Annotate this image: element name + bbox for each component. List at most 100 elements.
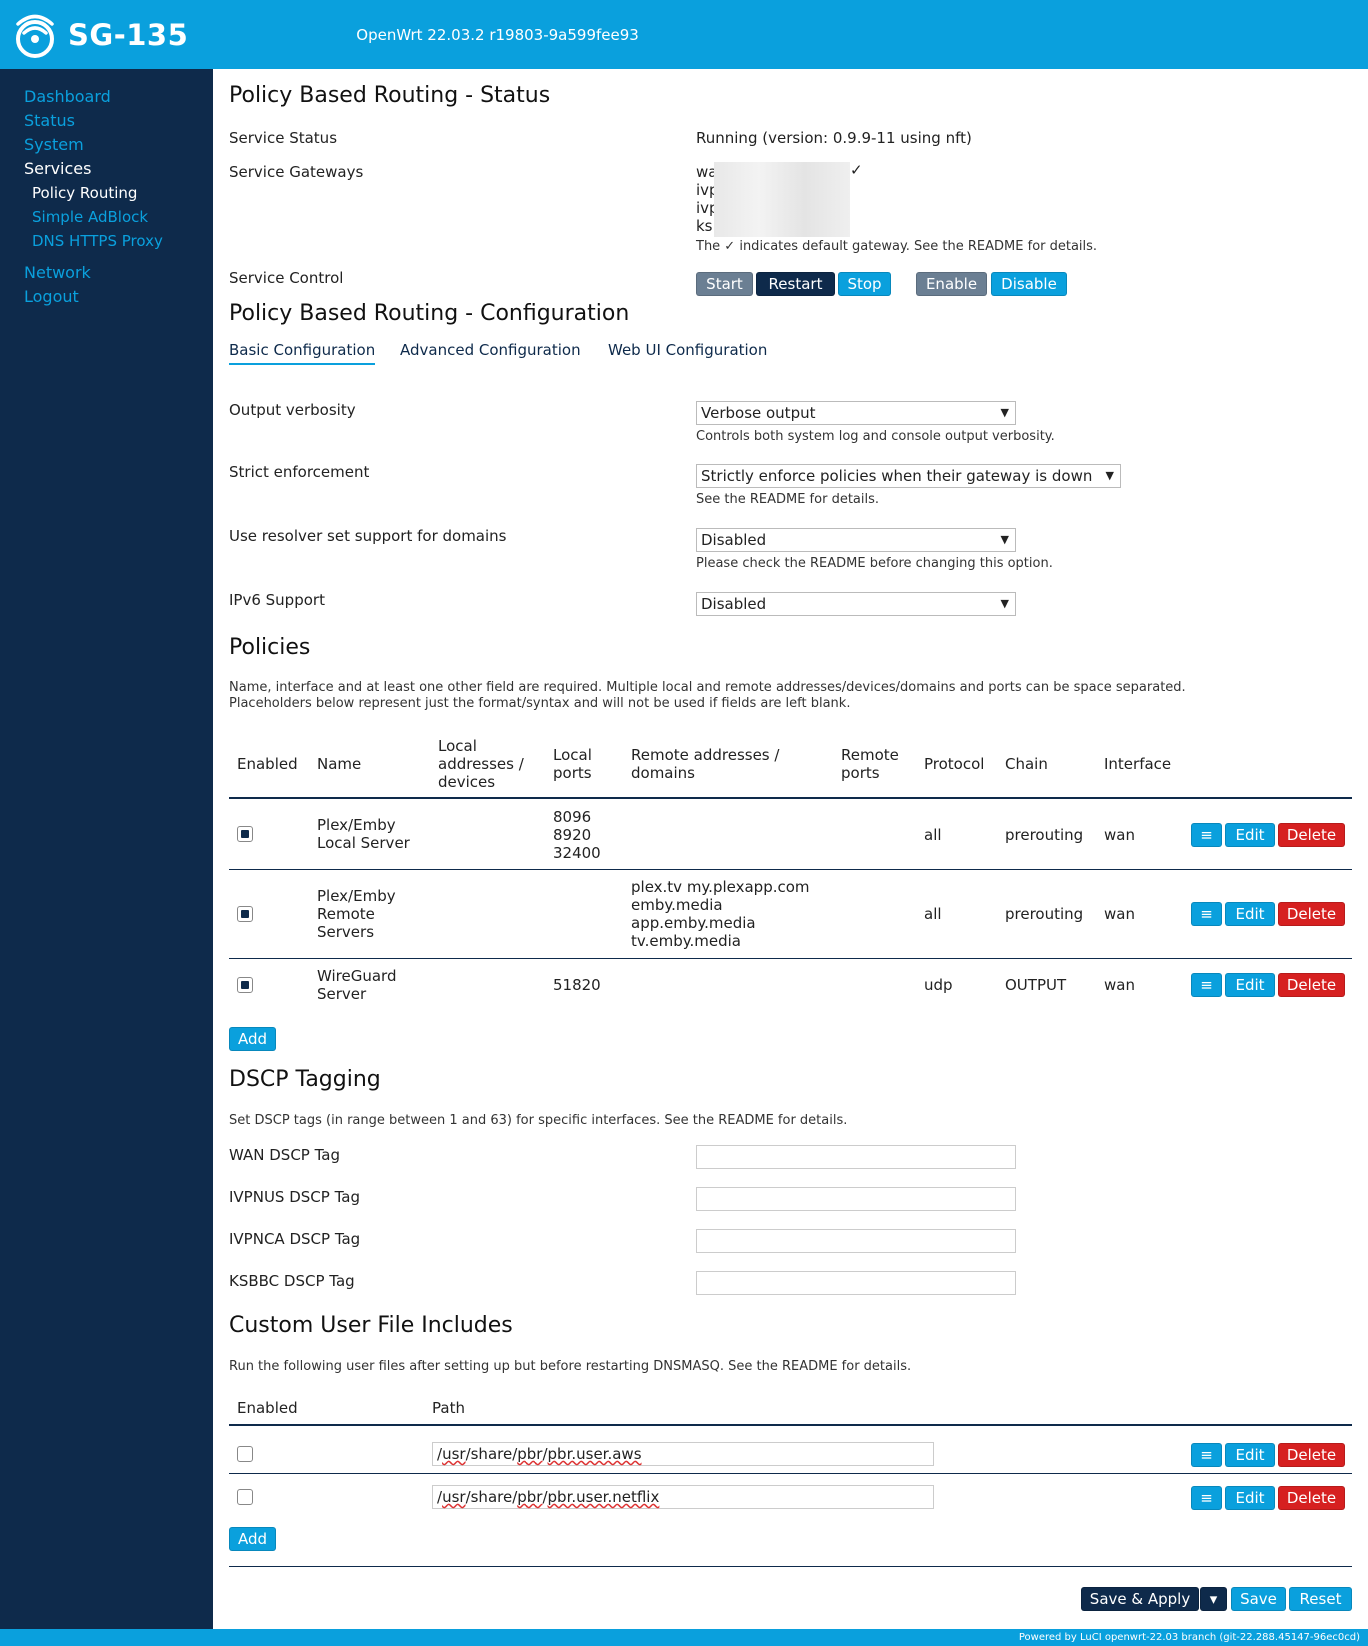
ivpnus-dscp-input[interactable] <box>696 1187 1016 1211</box>
policy-chain: OUTPUT <box>1005 976 1067 994</box>
output-verbosity-label: Output verbosity <box>229 401 356 419</box>
include-path-input[interactable]: /usr/share/pbr/pbr.user.netflix <box>432 1485 934 1509</box>
col-name: Name <box>317 755 362 773</box>
sidebar-item-system[interactable]: System <box>0 133 213 157</box>
col-local-ports-1: Local <box>553 746 592 764</box>
delete-button[interactable]: Delete <box>1278 973 1345 997</box>
dscp-title: DSCP Tagging <box>229 1067 381 1092</box>
gateway-note: The ✓ indicates default gateway. See the… <box>696 239 1098 254</box>
col-local-addresses-3: devices <box>438 773 496 791</box>
resolver-set-value: Disabled <box>701 531 767 549</box>
main-content: Policy Based Routing - Status Service St… <box>213 69 1368 1629</box>
ivpnca-dscp-label: IVPNCA DSCP Tag <box>229 1230 361 1248</box>
delete-button[interactable]: Delete <box>1278 902 1345 926</box>
policy-name-line1: Plex/Emby <box>317 816 396 834</box>
include-enabled-checkbox[interactable] <box>237 1489 253 1505</box>
policy-local-port-3: 32400 <box>553 844 601 862</box>
col-path: Path <box>432 1399 465 1417</box>
delete-button[interactable]: Delete <box>1278 1443 1345 1467</box>
ksbbc-dscp-input[interactable] <box>696 1271 1016 1295</box>
restart-button[interactable]: Restart <box>756 272 835 296</box>
policy-local-port-2: 8920 <box>553 826 592 844</box>
service-gateways-label: Service Gateways <box>229 163 364 181</box>
include-enabled-checkbox[interactable] <box>237 1446 253 1462</box>
enable-button[interactable]: Enable <box>916 272 987 296</box>
table-header-divider <box>229 1424 1352 1426</box>
gateway-ksbbc: ks <box>696 217 713 235</box>
ksbbc-dscp-label: KSBBC DSCP Tag <box>229 1272 355 1290</box>
delete-button[interactable]: Delete <box>1278 823 1345 847</box>
policy-interface: wan <box>1104 905 1135 923</box>
wan-dscp-input[interactable] <box>696 1145 1016 1169</box>
col-enabled: Enabled <box>237 1399 298 1417</box>
policy-enabled-checkbox[interactable] <box>237 977 253 993</box>
delete-button[interactable]: Delete <box>1278 1486 1345 1510</box>
add-policy-button[interactable]: Add <box>229 1027 276 1051</box>
sidebar-item-policy-routing[interactable]: Policy Routing <box>0 181 213 205</box>
policy-interface: wan <box>1104 826 1135 844</box>
resolver-set-label: Use resolver set support for domains <box>229 527 507 545</box>
disable-button[interactable]: Disable <box>991 272 1067 296</box>
reset-button[interactable]: Reset <box>1289 1587 1352 1611</box>
footer-text: Powered by LuCI openwrt-22.03 branch (gi… <box>1018 1632 1360 1643</box>
drag-handle-button[interactable]: ≡ <box>1191 902 1222 926</box>
edit-button[interactable]: Edit <box>1225 902 1275 926</box>
sidebar-item-dashboard[interactable]: Dashboard <box>0 85 213 109</box>
tab-web-ui-configuration[interactable]: Web UI Configuration <box>608 341 767 359</box>
row-divider <box>229 958 1352 959</box>
includes-description: Run the following user files after setti… <box>229 1359 912 1374</box>
sidebar-item-services[interactable]: Services <box>0 157 213 181</box>
ipv6-support-value: Disabled <box>701 595 767 613</box>
tab-basic-configuration[interactable]: Basic Configuration <box>229 341 376 365</box>
sidebar-item-dns-https-proxy[interactable]: DNS HTTPS Proxy <box>0 229 213 253</box>
edit-button[interactable]: Edit <box>1225 1443 1275 1467</box>
sidebar-item-network[interactable]: Network <box>0 261 213 285</box>
drag-handle-button[interactable]: ≡ <box>1191 1486 1222 1510</box>
col-remote-ports-1: Remote <box>841 746 899 764</box>
ivpnca-dscp-input[interactable] <box>696 1229 1016 1253</box>
chevron-down-icon: ▼ <box>1000 406 1009 419</box>
tab-advanced-configuration[interactable]: Advanced Configuration <box>400 341 581 359</box>
policy-enabled-checkbox[interactable] <box>237 906 253 922</box>
output-verbosity-hint: Controls both system log and console out… <box>696 429 1055 444</box>
includes-title: Custom User File Includes <box>229 1313 513 1338</box>
col-chain: Chain <box>1005 755 1048 773</box>
sidebar-item-simple-adblock[interactable]: Simple AdBlock <box>0 205 213 229</box>
policy-remote-2: emby.media <box>631 896 723 914</box>
edit-button[interactable]: Edit <box>1225 823 1275 847</box>
save-apply-dropdown-icon[interactable]: ▾ <box>1200 1587 1227 1611</box>
status-title: Policy Based Routing - Status <box>229 83 551 108</box>
dscp-description: Set DSCP tags (in range between 1 and 63… <box>229 1113 848 1128</box>
policies-description-1: Name, interface and at least one other f… <box>229 680 1186 695</box>
drag-handle-button[interactable]: ≡ <box>1191 973 1222 997</box>
edit-button[interactable]: Edit <box>1225 1486 1275 1510</box>
sidebar-item-status[interactable]: Status <box>0 109 213 133</box>
strict-enforcement-select[interactable]: Strictly enforce policies when their gat… <box>696 464 1121 488</box>
sidebar-item-logout[interactable]: Logout <box>0 285 213 309</box>
wifi-logo-icon[interactable]: SG-135 <box>14 11 188 59</box>
output-verbosity-select[interactable]: Verbose output ▼ <box>696 401 1016 425</box>
strict-enforcement-label: Strict enforcement <box>229 463 370 481</box>
add-include-button[interactable]: Add <box>229 1527 276 1551</box>
ipv6-support-select[interactable]: Disabled ▼ <box>696 592 1016 616</box>
resolver-set-select[interactable]: Disabled ▼ <box>696 528 1016 552</box>
save-button[interactable]: Save <box>1231 1587 1286 1611</box>
default-gateway-check-icon: ✓ <box>850 161 863 179</box>
col-local-addresses-2: addresses / <box>438 755 524 773</box>
hostname[interactable]: SG-135 <box>68 18 188 52</box>
policy-local-port-1: 51820 <box>553 976 601 994</box>
policy-enabled-checkbox[interactable] <box>237 826 253 842</box>
policy-protocol: all <box>924 826 942 844</box>
redacted-gateway-details <box>714 162 850 237</box>
policy-protocol: udp <box>924 976 953 994</box>
include-path-input[interactable]: /usr/share/pbr/pbr.user.aws <box>432 1442 934 1466</box>
edit-button[interactable]: Edit <box>1225 973 1275 997</box>
stop-button[interactable]: Stop <box>838 272 891 296</box>
drag-handle-button[interactable]: ≡ <box>1191 823 1222 847</box>
save-apply-button[interactable]: Save & Apply <box>1081 1587 1199 1611</box>
strict-enforcement-value: Strictly enforce policies when their gat… <box>701 467 1093 485</box>
start-button[interactable]: Start <box>696 272 753 296</box>
col-remote-ports-2: ports <box>841 764 880 782</box>
wan-dscp-label: WAN DSCP Tag <box>229 1146 341 1164</box>
drag-handle-button[interactable]: ≡ <box>1191 1443 1222 1467</box>
